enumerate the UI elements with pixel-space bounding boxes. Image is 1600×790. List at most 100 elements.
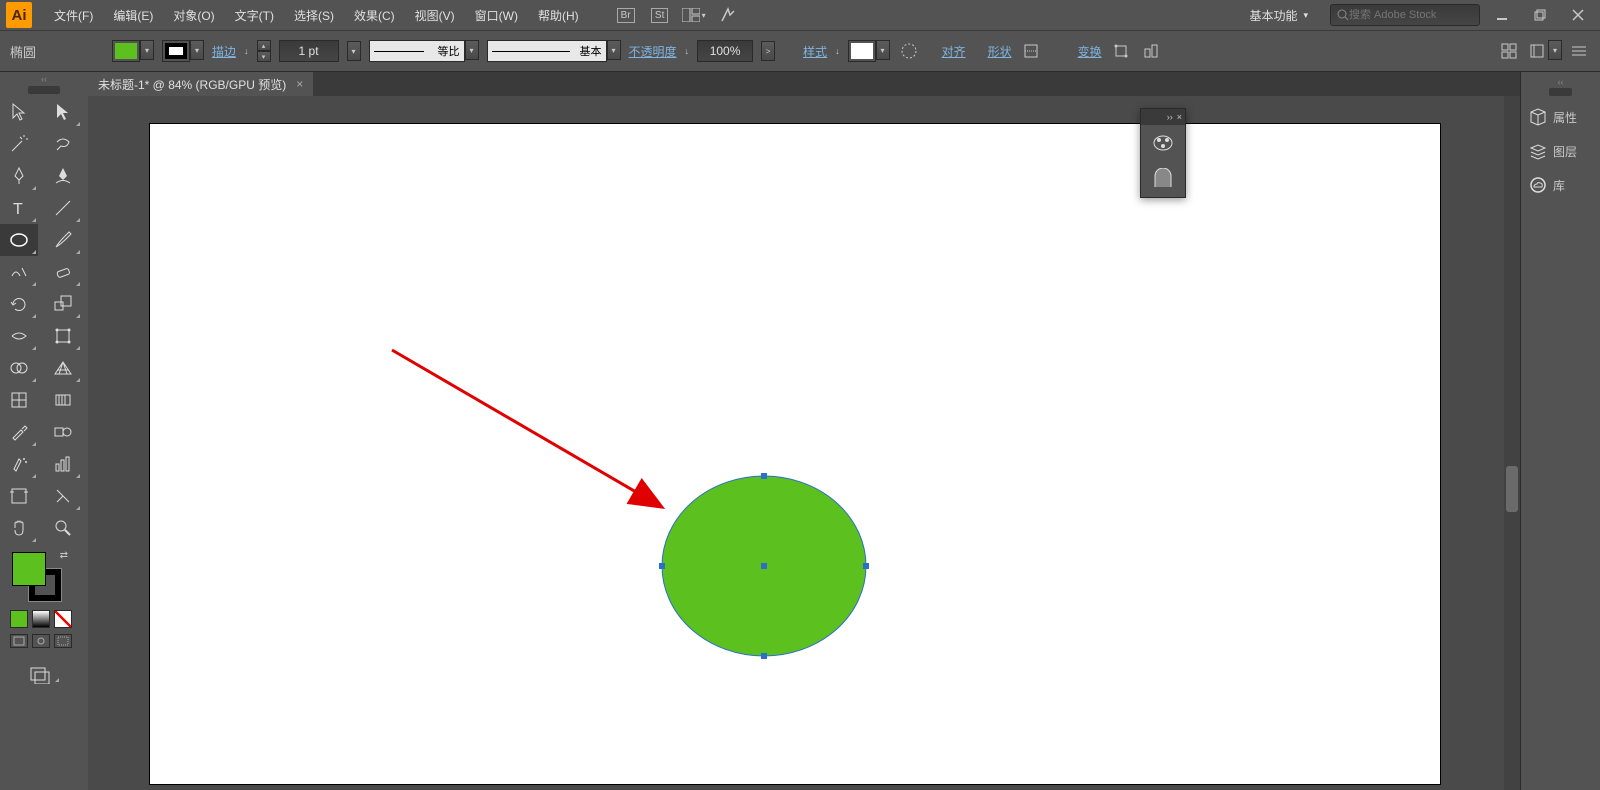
gradient-mode-button[interactable]: [32, 610, 50, 628]
fill-swatch[interactable]: [12, 552, 46, 586]
style-swatch[interactable]: ▾: [848, 40, 890, 62]
menu-type[interactable]: 文字(T): [225, 7, 284, 24]
fill-color-swatch[interactable]: ▾: [112, 40, 154, 62]
recolor-icon[interactable]: [898, 40, 920, 62]
close-icon[interactable]: ×: [1177, 112, 1182, 122]
stroke-profile-selector[interactable]: 等比 ▾: [369, 40, 479, 62]
shape-expand-icon[interactable]: [1020, 40, 1042, 62]
artboard[interactable]: [150, 124, 1440, 784]
free-transform-tool[interactable]: [44, 320, 82, 352]
scale-tool[interactable]: [44, 288, 82, 320]
panel-menu-icon[interactable]: [1568, 40, 1590, 62]
rotate-tool[interactable]: [0, 288, 38, 320]
document-setup-button[interactable]: ▾: [1526, 40, 1562, 62]
chevron-down-icon[interactable]: ▾: [876, 40, 890, 60]
isolate-icon[interactable]: [1498, 40, 1520, 62]
menu-view[interactable]: 视图(V): [405, 7, 465, 24]
bridge-icon[interactable]: Br: [612, 4, 640, 26]
shape-panel-link[interactable]: 形状: [988, 43, 1012, 60]
chevron-down-icon[interactable]: ▾: [190, 40, 204, 60]
mesh-tool[interactable]: [0, 384, 38, 416]
shaper-tool[interactable]: [0, 256, 38, 288]
none-mode-button[interactable]: [54, 610, 72, 628]
menu-effect[interactable]: 效果(C): [344, 7, 405, 24]
stroke-color-swatch[interactable]: ▾: [162, 40, 204, 62]
shape-builder-tool[interactable]: [0, 352, 38, 384]
expand-icon[interactable]: ››: [1167, 112, 1173, 122]
line-tool[interactable]: [44, 192, 82, 224]
brush-selector[interactable]: 基本 ▾: [487, 40, 621, 62]
properties-panel-tab[interactable]: 属性: [1521, 100, 1600, 134]
ellipse-tool[interactable]: [0, 224, 38, 256]
transform-panel-link[interactable]: 变换: [1078, 43, 1102, 60]
layers-panel-tab[interactable]: 图层: [1521, 134, 1600, 168]
slice-tool[interactable]: [44, 480, 82, 512]
stroke-weight-menu[interactable]: ▾: [347, 41, 361, 61]
menu-edit[interactable]: 编辑(E): [103, 7, 163, 24]
panel-collapse-handle[interactable]: ‹‹: [1521, 76, 1600, 88]
draw-normal-button[interactable]: [10, 634, 28, 648]
paintbrush-tool[interactable]: [44, 224, 82, 256]
document-tab[interactable]: 未标题-1* @ 84% (RGB/GPU 预览) ×: [88, 72, 313, 96]
chevron-down-icon[interactable]: ▾: [140, 40, 154, 60]
workspace-selector[interactable]: 基本功能 ▾: [1237, 7, 1320, 24]
close-icon[interactable]: ×: [296, 77, 303, 91]
eyedropper-tool[interactable]: [0, 416, 38, 448]
appearance-panel-icon[interactable]: [1141, 161, 1185, 197]
stroke-panel-link[interactable]: 描边: [212, 43, 236, 60]
magic-wand-tool[interactable]: [0, 128, 38, 160]
libraries-panel-tab[interactable]: 库: [1521, 168, 1600, 202]
lasso-tool[interactable]: [44, 128, 82, 160]
width-tool[interactable]: [0, 320, 38, 352]
chevron-down-icon[interactable]: ▾: [1548, 40, 1562, 60]
window-maximize[interactable]: [1524, 4, 1556, 26]
stroke-weight-input[interactable]: 1 pt: [279, 40, 339, 62]
screen-mode-button[interactable]: [0, 660, 88, 690]
swap-fill-stroke-icon[interactable]: ⇄: [60, 550, 68, 561]
transform-icon-2[interactable]: [1140, 40, 1162, 62]
eraser-tool[interactable]: [44, 256, 82, 288]
chevron-down-icon[interactable]: ▾: [465, 40, 479, 60]
stroke-weight-stepper[interactable]: ▴▾: [257, 40, 271, 62]
publish-icon[interactable]: [714, 4, 742, 26]
artboard-tool[interactable]: [0, 480, 38, 512]
menu-window[interactable]: 窗口(W): [465, 7, 528, 24]
draw-behind-button[interactable]: [32, 634, 50, 648]
symbol-sprayer-tool[interactable]: [0, 448, 38, 480]
stock-icon[interactable]: St: [646, 4, 674, 26]
direct-selection-tool[interactable]: [44, 96, 82, 128]
search-stock[interactable]: [1330, 4, 1480, 26]
menu-help[interactable]: 帮助(H): [528, 7, 589, 24]
gradient-tool[interactable]: [44, 384, 82, 416]
opacity-menu[interactable]: >: [761, 41, 775, 61]
fill-stroke-swatches[interactable]: ⇄: [12, 552, 62, 602]
canvas-viewport[interactable]: [88, 96, 1520, 790]
selection-tool[interactable]: [0, 96, 38, 128]
blend-tool[interactable]: [44, 416, 82, 448]
perspective-tool[interactable]: [44, 352, 82, 384]
window-minimize[interactable]: [1486, 4, 1518, 26]
hand-tool[interactable]: [0, 512, 38, 544]
opacity-input[interactable]: 100%: [697, 40, 753, 62]
window-close[interactable]: [1562, 4, 1594, 26]
opacity-panel-link[interactable]: 不透明度: [629, 43, 677, 60]
style-panel-link[interactable]: 样式: [803, 43, 827, 60]
menu-select[interactable]: 选择(S): [284, 7, 344, 24]
panel-collapse-handle[interactable]: ‹‹: [0, 72, 88, 86]
color-mode-button[interactable]: [10, 610, 28, 628]
curvature-tool[interactable]: [44, 160, 82, 192]
menu-object[interactable]: 对象(O): [163, 7, 224, 24]
transform-icon-1[interactable]: [1110, 40, 1132, 62]
search-input[interactable]: [1349, 9, 1459, 21]
graph-tool[interactable]: [44, 448, 82, 480]
zoom-tool[interactable]: [44, 512, 82, 544]
draw-inside-button[interactable]: [54, 634, 72, 648]
type-tool[interactable]: T: [0, 192, 38, 224]
floating-panel-strip[interactable]: ›› ×: [1140, 108, 1186, 198]
arrange-docs-icon[interactable]: ▾: [680, 4, 708, 26]
vertical-scrollbar[interactable]: [1504, 96, 1520, 790]
pen-tool[interactable]: [0, 160, 38, 192]
color-panel-icon[interactable]: [1141, 125, 1185, 161]
align-panel-link[interactable]: 对齐: [942, 43, 966, 60]
chevron-down-icon[interactable]: ▾: [607, 40, 621, 60]
